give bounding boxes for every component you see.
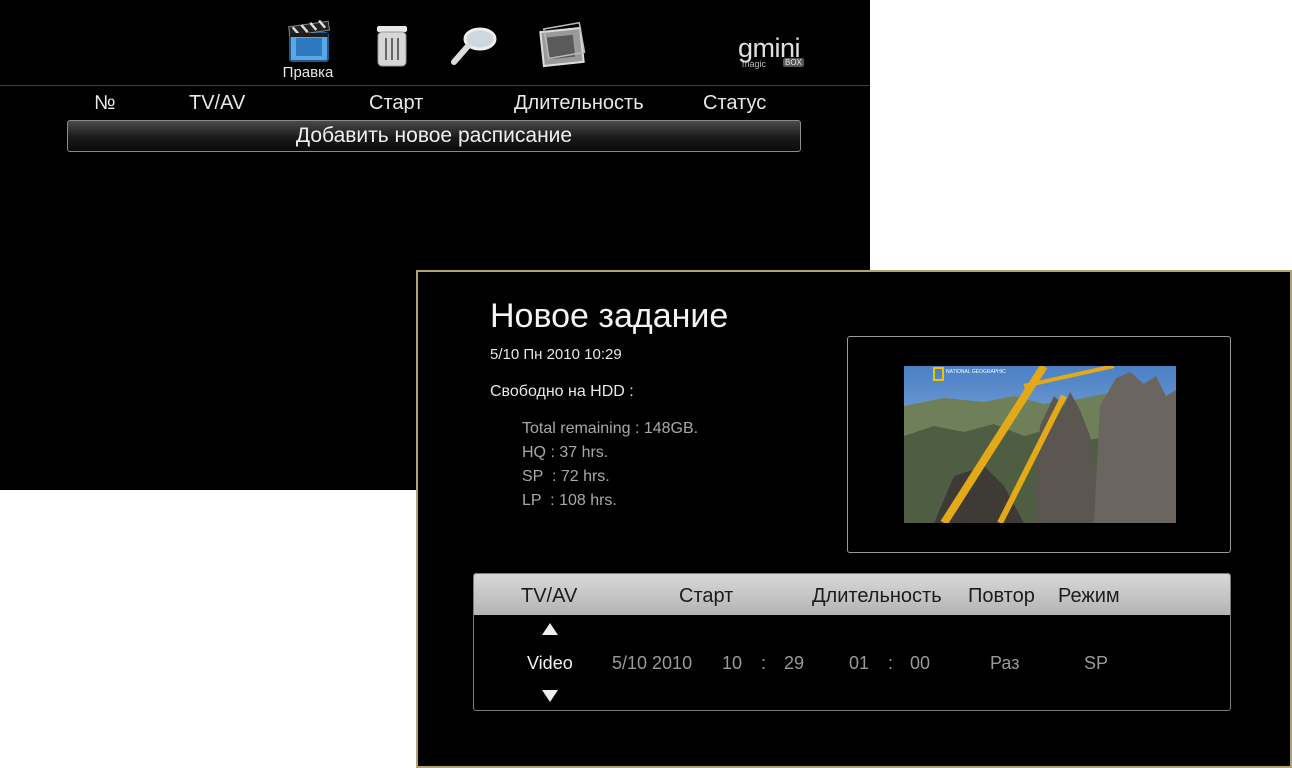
search-icon[interactable] [448, 20, 500, 70]
start-date-field[interactable]: 5/10 2010 [612, 653, 692, 674]
hdd-lp-hours: LP : 108 hrs. [522, 492, 617, 509]
duration-hour-field[interactable]: 01 [849, 653, 869, 674]
start-minute-field[interactable]: 29 [784, 653, 804, 674]
edit-label: Правка [282, 64, 334, 81]
column-header-start: Старт [369, 92, 424, 114]
gmini-logo: gmini magic BOX [738, 33, 804, 69]
schedule-editor-table: TV/AV Старт Длительность Повтор Режим Vi… [473, 573, 1231, 711]
source-selector[interactable]: Video [527, 653, 573, 674]
column-header-number: № [94, 92, 116, 114]
arrow-up-icon[interactable] [542, 623, 558, 635]
table-header-duration: Длительность [812, 585, 942, 607]
duration-minute-field[interactable]: 00 [910, 653, 930, 674]
column-header-status: Статус [703, 92, 767, 114]
preview-watermark: NATIONAL GEOGRAPHIC [946, 369, 1006, 375]
table-header-repeat: Повтор [968, 585, 1035, 607]
film-strip-icon[interactable] [536, 20, 588, 70]
add-schedule-button[interactable]: Добавить новое расписание [67, 120, 801, 152]
column-header-duration: Длительность [514, 92, 644, 114]
page-title: Новое задание [490, 297, 729, 335]
repeat-selector[interactable]: Раз [990, 653, 1019, 674]
current-datetime: 5/10 Пн 2010 10:29 [490, 346, 622, 363]
hdd-free-label: Свободно на HDD : [490, 383, 634, 400]
table-header-tv-av: TV/AV [521, 585, 578, 607]
hdd-total-remaining: Total remaining : 148GB. [522, 420, 699, 437]
video-preview-frame: NATIONAL GEOGRAPHIC [847, 336, 1231, 553]
start-time-separator: : [761, 653, 767, 673]
hdd-hq-hours: HQ : 37 hrs. [522, 444, 609, 461]
table-header-start: Старт [679, 585, 734, 607]
trash-icon[interactable] [368, 20, 420, 70]
video-preview-image: NATIONAL GEOGRAPHIC [904, 363, 1176, 526]
new-task-screen: Новое задание 5/10 Пн 2010 10:29 Свободн… [416, 270, 1292, 768]
column-header-tv-av: TV/AV [189, 92, 246, 114]
hdd-sp-hours: SP : 72 hrs. [522, 468, 610, 485]
duration-separator: : [888, 653, 894, 673]
table-header-mode: Режим [1058, 585, 1120, 607]
table-header: TV/AV Старт Длительность Повтор Режим [474, 574, 1230, 615]
header-divider [0, 85, 870, 86]
start-hour-field[interactable]: 10 [722, 653, 742, 674]
clapperboard-icon[interactable] [284, 19, 336, 70]
arrow-down-icon[interactable] [542, 690, 558, 702]
mode-selector[interactable]: SP [1084, 653, 1108, 674]
